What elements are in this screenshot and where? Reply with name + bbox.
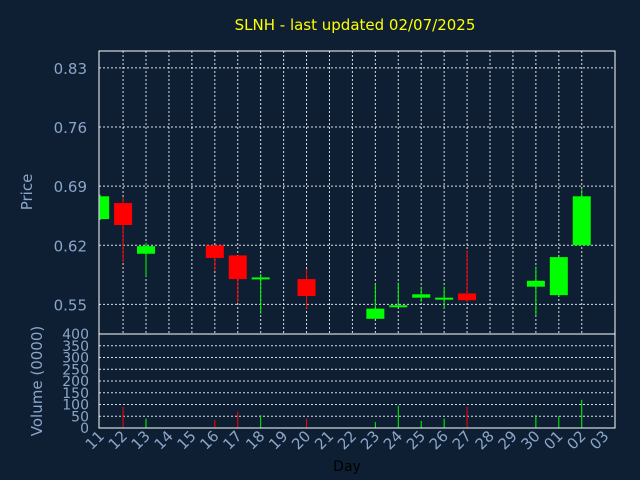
candle-body (366, 308, 385, 319)
candle-body (228, 255, 247, 280)
x-tick-labels: 1112131415161718192021222324252627282930… (82, 427, 613, 453)
candle-body (137, 246, 156, 254)
volume-axis-label: Volume (0000) (28, 326, 46, 436)
price-tick-label: 0.62 (54, 237, 87, 255)
candle-body (435, 297, 454, 300)
candle-body (251, 277, 270, 280)
price-tick-label: 0.83 (54, 60, 87, 78)
candle-body (205, 245, 224, 258)
candlestick-chart: SLNH - last updated 02/07/2025 0.830.760… (18, 16, 616, 475)
candle-body (572, 196, 591, 246)
volume-tick-labels: 400350300250200150100500 (62, 327, 89, 437)
candle-body (100, 196, 110, 220)
price-tick-label: 0.55 (54, 296, 87, 314)
price-grid (99, 51, 615, 334)
candle-body (458, 293, 477, 301)
x-axis-label: Day (333, 459, 361, 475)
candle-body (114, 203, 133, 226)
candle-body (389, 305, 408, 308)
chart-title: SLNH - last updated 02/07/2025 (235, 16, 476, 34)
volume-grid (99, 345, 615, 417)
price-axis-label: Price (18, 174, 36, 211)
price-tick-label: 0.76 (54, 119, 87, 137)
candles-group (99, 189, 591, 319)
candle-body (297, 279, 316, 296)
candle-body (526, 280, 545, 287)
price-tick-label: 0.69 (54, 178, 87, 196)
candle-body (412, 294, 431, 298)
price-tick-labels: 0.83 0.76 0.69 0.62 0.55 (54, 60, 87, 315)
x-tick-label: 03 (586, 427, 612, 453)
candle-body (549, 257, 568, 296)
price-panel-frame (98, 50, 616, 335)
